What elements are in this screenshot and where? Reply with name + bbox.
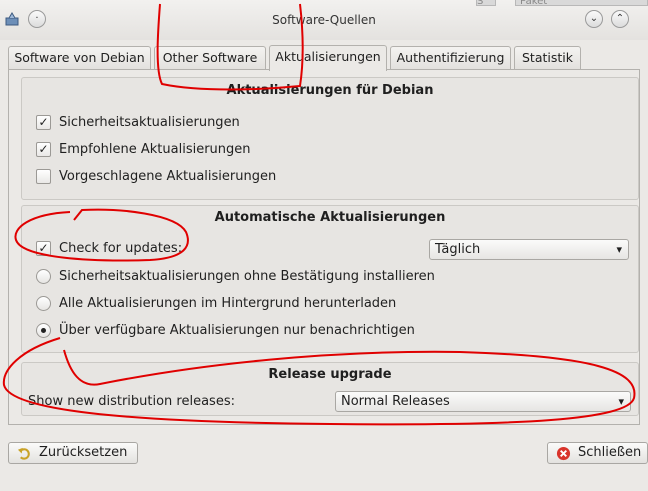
recommended-updates-checkbox[interactable]: ✓ [36,142,51,157]
proposed-updates-checkbox[interactable] [36,169,51,184]
debian-updates-title: Aktualisierungen für Debian [226,83,434,98]
close-button[interactable]: Schließen [547,442,648,464]
debian-updates-group: Aktualisierungen für Debian ✓ Sicherheit… [21,77,639,200]
maximize-button[interactable]: ⌃ [611,10,629,28]
tab-other-software[interactable]: Other Software [154,46,266,70]
window-title: Software-Quellen [272,13,376,27]
release-upgrade-select[interactable]: Normal Releases ▾ [335,391,631,412]
check-for-updates-checkbox[interactable]: ✓ [36,241,51,256]
release-upgrade-value: Normal Releases [341,394,450,409]
reset-button-label: Zurücksetzen [39,445,128,460]
security-updates-checkbox[interactable]: ✓ [36,115,51,130]
notify-only-radio[interactable] [36,323,51,338]
tab-software-von-debian[interactable]: Software von Debian [8,46,151,70]
release-upgrade-label: Show new distribution releases: [28,394,235,409]
update-interval-select[interactable]: Täglich ▾ [429,239,629,260]
tab-panel-aktualisierungen: Aktualisierungen für Debian ✓ Sicherheit… [8,69,640,425]
reset-button[interactable]: Zurücksetzen [8,442,138,464]
background-window-cell: S [476,0,496,6]
download-all-label: Alle Aktualisierungen im Hintergrund her… [59,296,397,311]
chevron-down-icon: ▾ [616,243,622,256]
close-icon [556,446,571,461]
chevron-down-icon: ▾ [618,395,624,408]
install-security-radio[interactable] [36,269,51,284]
auto-updates-title: Automatische Aktualisierungen [214,210,446,225]
auto-updates-group: Automatische Aktualisierungen ✓ Check fo… [21,205,639,353]
minimize-button[interactable]: ⌄ [585,10,603,28]
check-for-updates-label: Check for updates: [59,241,183,256]
background-window-cell: Paket [515,0,648,6]
download-all-radio[interactable] [36,296,51,311]
proposed-updates-label: Vorgeschlagene Aktualisierungen [59,169,277,184]
install-security-label: Sicherheitsaktualisierungen ohne Bestäti… [59,269,435,284]
tab-authentifizierung[interactable]: Authentifizierung [390,46,511,70]
tab-aktualisierungen[interactable]: Aktualisierungen [269,45,387,71]
release-upgrade-group: Release upgrade Show new distribution re… [21,362,639,416]
close-button-label: Schließen [578,445,642,460]
security-updates-label: Sicherheitsaktualisierungen [59,115,240,130]
notify-only-label: Über verfügbare Aktualisierungen nur ben… [59,323,415,338]
undo-icon [17,447,30,460]
update-interval-value: Täglich [435,242,481,257]
tab-statistik[interactable]: Statistik [514,46,581,70]
recommended-updates-label: Empfohlene Aktualisierungen [59,142,251,157]
title-bar: · Software-Quellen ⌄ ⌃ S Paket [0,0,648,40]
release-upgrade-title: Release upgrade [268,367,392,382]
